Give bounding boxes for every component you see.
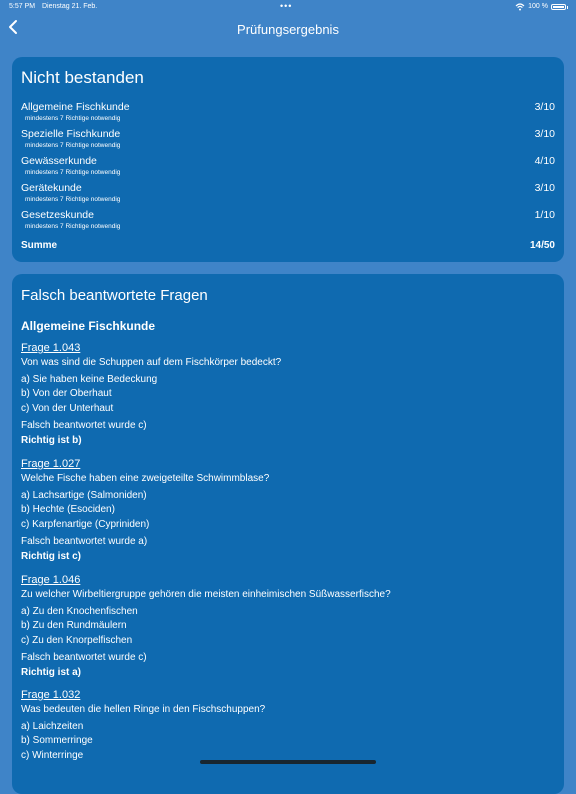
result-row: Gesetzeskunde mindestens 7 Richtige notw… [21, 209, 555, 236]
home-indicator[interactable] [200, 760, 376, 764]
page-title: Prüfungsergebnis [237, 22, 339, 37]
answer-option: a) Laichzeiten [21, 720, 84, 732]
question-item: Frage 1.027 Welche Fische haben eine zwe… [21, 457, 555, 564]
correct-answer-note: Richtig ist a) [21, 666, 82, 678]
wifi-icon [515, 3, 525, 11]
status-date: Dienstag 21. Feb. [42, 3, 98, 10]
category-score: 1/10 [534, 209, 555, 221]
answer-option: b) Sommerringe [21, 735, 93, 746]
category-name: Spezielle Fischkunde [21, 128, 121, 140]
category-name: Allgemeine Fischkunde [21, 101, 130, 113]
answer-option: b) Von der Oberhaut [21, 388, 112, 399]
question-text: Welche Fische haben eine zweigeteilte Sc… [21, 473, 270, 484]
result-row: Allgemeine Fischkunde mindestens 7 Richt… [21, 101, 555, 128]
multitasking-dots-icon[interactable]: ••• [280, 0, 292, 13]
question-item: Frage 1.043 Von was sind die Schuppen au… [21, 341, 555, 448]
question-number-link[interactable]: Frage 1.046 [21, 573, 555, 588]
question-number-link[interactable]: Frage 1.027 [21, 457, 555, 472]
result-card: Nicht bestanden Allgemeine Fischkunde mi… [12, 57, 564, 262]
category-name: Gesetzeskunde [21, 209, 94, 221]
question-item: Frage 1.032 Was bedeuten die hellen Ring… [21, 688, 555, 763]
status-bar: 5:57 PM Dienstag 21. Feb. ••• 100 % [0, 0, 576, 14]
result-row: Gerätekunde mindestens 7 Richtige notwen… [21, 182, 555, 209]
requirement-note: mindestens 7 Richtige notwendig [25, 196, 121, 203]
sum-row: Summe 14/50 [21, 240, 555, 251]
category-score: 4/10 [534, 155, 555, 167]
answer-option: b) Zu den Rundmäulern [21, 620, 127, 631]
question-number-link[interactable]: Frage 1.043 [21, 341, 555, 356]
answer-option: c) Karpfenartige (Cypriniden) [21, 518, 150, 530]
requirement-note: mindestens 7 Richtige notwendig [25, 169, 121, 176]
wrong-answers-title: Falsch beantwortete Fragen [21, 287, 208, 304]
correct-answer-note: Richtig ist b) [21, 434, 82, 446]
wrong-answers-card: Falsch beantwortete Fragen Allgemeine Fi… [12, 274, 564, 794]
category-score: 3/10 [534, 182, 555, 194]
wrong-answer-note: Falsch beantwortet wurde c) [21, 652, 147, 663]
category-score: 3/10 [534, 128, 555, 140]
answer-option: a) Lachsartige (Salmoniden) [21, 489, 147, 501]
category-score: 3/10 [534, 101, 555, 113]
correct-answer-note: Richtig ist c) [21, 550, 82, 562]
answer-option: a) Zu den Knochenfischen [21, 605, 138, 617]
category-name: Gerätekunde [21, 182, 82, 194]
question-text: Zu welcher Wirbeltiergruppe gehören die … [21, 589, 391, 600]
answer-option: a) Sie haben keine Bedeckung [21, 373, 158, 385]
result-row: Spezielle Fischkunde mindestens 7 Richti… [21, 128, 555, 155]
sum-label: Summe [21, 240, 58, 251]
question-text: Was bedeuten die hellen Ringe in den Fis… [21, 704, 266, 715]
wrong-answer-note: Falsch beantwortet wurde c) [21, 420, 147, 431]
wrong-answer-note: Falsch beantwortet wurde a) [21, 536, 148, 547]
navigation-bar: Prüfungsergebnis [0, 16, 576, 44]
question-number-link[interactable]: Frage 1.032 [21, 688, 555, 703]
requirement-note: mindestens 7 Richtige notwendig [25, 115, 121, 122]
battery-percent: 100 % [528, 3, 548, 10]
answer-option: c) Von der Unterhaut [21, 402, 114, 414]
sum-score: 14/50 [529, 240, 555, 251]
status-right: 100 % [515, 0, 568, 14]
category-name: Gewässerkunde [21, 155, 97, 167]
status-time: 5:57 PM [9, 3, 36, 10]
question-item: Frage 1.046 Zu welcher Wirbeltiergruppe … [21, 573, 555, 680]
result-row: Gewässerkunde mindestens 7 Richtige notw… [21, 155, 555, 182]
result-title: Nicht bestanden [21, 68, 144, 87]
requirement-note: mindestens 7 Richtige notwendig [25, 142, 121, 149]
answer-option: b) Hechte (Esociden) [21, 504, 115, 515]
section-title: Allgemeine Fischkunde [21, 319, 156, 333]
requirement-note: mindestens 7 Richtige notwendig [25, 223, 121, 230]
battery-icon [551, 4, 568, 10]
answer-option: c) Zu den Knorpelfischen [21, 634, 133, 646]
question-text: Von was sind die Schuppen auf dem Fischk… [21, 357, 282, 368]
